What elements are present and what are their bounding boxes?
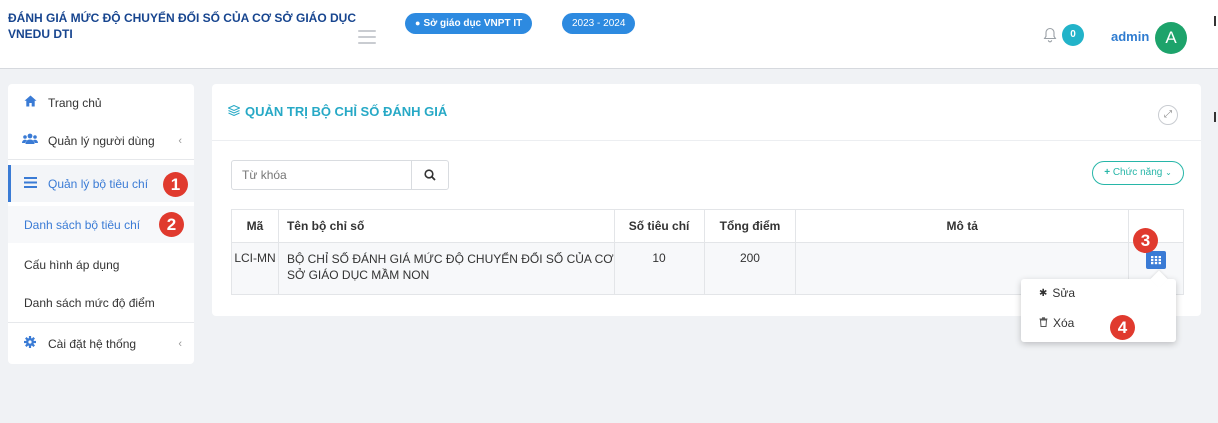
function-button-label: Chức năng: [1112, 167, 1163, 178]
top-bar: ĐÁNH GIÁ MỨC ĐỘ CHUYỂN ĐỔI SỐ CỦA CƠ SỞ …: [0, 0, 1218, 69]
gear-icon: ✱: [1039, 287, 1048, 299]
trash-icon: [1039, 316, 1048, 330]
chevron-left-icon: ‹: [178, 337, 182, 350]
row-actions-menu: ✱ Sửa Xóa: [1021, 270, 1176, 342]
search-input[interactable]: [232, 161, 411, 189]
annotation-badge-4: 4: [1110, 315, 1135, 340]
plus-icon: +: [1104, 167, 1111, 178]
divider: [212, 140, 1201, 141]
year-selector[interactable]: 2023 - 2024: [562, 13, 636, 34]
sidebar-item-apply-config[interactable]: Cấu hình áp dụng: [8, 246, 194, 283]
cell-count: 10: [613, 242, 705, 295]
avatar[interactable]: A: [1155, 22, 1187, 54]
column-header-name: Tên bộ chỉ số: [277, 209, 615, 243]
list-icon: [22, 176, 38, 191]
notification-count-badge: 0: [1062, 24, 1084, 46]
search-button[interactable]: [411, 161, 448, 189]
window-edge-mark: [1214, 112, 1216, 122]
sidebar-item-score-levels[interactable]: Danh sách mức độ điểm: [8, 284, 194, 321]
org-label: Sở giáo dục VNPT IT: [423, 18, 523, 29]
column-header-score: Tổng điểm: [703, 209, 797, 243]
page-title: QUẢN TRỊ BỘ CHỈ SỐ ĐÁNH GIÁ: [227, 104, 448, 119]
app-title-line-1: ĐÁNH GIÁ MỨC ĐỘ CHUYỂN ĐỔI SỐ CỦA CƠ SỞ …: [8, 11, 356, 25]
annotation-badge-2: 2: [159, 212, 184, 237]
users-icon: [22, 133, 38, 148]
layers-icon: [227, 104, 241, 119]
menu-item-label: Sửa: [1052, 286, 1076, 300]
sidebar-item-label: Cấu hình áp dụng: [24, 257, 120, 272]
chevron-left-icon: ‹: [178, 134, 182, 147]
grid-icon: [1151, 256, 1161, 265]
home-icon: [22, 95, 38, 110]
location-pin-icon: ●: [415, 18, 421, 28]
window-edge-mark: [1214, 16, 1216, 26]
gear-icon: [22, 336, 38, 351]
bell-icon[interactable]: [1043, 27, 1057, 43]
app-title-line-2: VNEDU DTI: [8, 27, 73, 41]
menu-item-delete[interactable]: Xóa: [1039, 316, 1074, 330]
search-box: [231, 160, 449, 190]
sidebar-item-label: Danh sách bộ tiêu chí: [24, 217, 141, 232]
sidebar-item-label: Danh sách mức độ điểm: [24, 295, 155, 310]
cell-code: LCI-MN: [231, 242, 279, 295]
app-title: ĐÁNH GIÁ MỨC ĐỘ CHUYỂN ĐỔI SỐ CỦA CƠ SỞ …: [8, 10, 368, 42]
menu-item-label: Xóa: [1053, 316, 1075, 330]
search-icon: [424, 169, 436, 181]
sidebar-item-label: Cài đặt hệ thống: [48, 336, 137, 351]
sidebar-item-home[interactable]: Trang chủ: [8, 84, 194, 121]
expand-icon[interactable]: ⤢: [1158, 105, 1178, 125]
actions-grid-button[interactable]: [1146, 251, 1166, 269]
menu-toggle-icon[interactable]: [358, 30, 376, 44]
sidebar-item-users[interactable]: Quản lý người dùng ‹: [8, 122, 194, 159]
divider: [8, 159, 194, 160]
annotation-badge-3: 3: [1133, 228, 1158, 253]
annotation-badge-1: 1: [163, 172, 188, 197]
cell-name: BỘ CHỈ SỐ ĐÁNH GIÁ MỨC ĐỘ CHUYỂN ĐỔI SỐ …: [277, 242, 615, 295]
sidebar-item-label: Quản lý người dùng: [48, 133, 155, 148]
org-selector[interactable]: ● Sở giáo dục VNPT IT: [405, 13, 533, 34]
column-header-desc: Mô tả: [795, 209, 1130, 243]
column-header-code: Mã: [231, 209, 279, 243]
sidebar-item-label: Trang chủ: [48, 95, 102, 110]
sidebar-item-settings[interactable]: Cài đặt hệ thống ‹: [8, 325, 194, 362]
menu-item-edit[interactable]: ✱ Sửa: [1039, 286, 1075, 300]
chevron-down-icon: ⌄: [1165, 168, 1172, 177]
page-title-text: QUẢN TRỊ BỘ CHỈ SỐ ĐÁNH GIÁ: [245, 104, 448, 119]
table-header-row: Mã Tên bộ chỉ số Số tiêu chí Tổng điểm M…: [231, 209, 1184, 243]
user-name[interactable]: admin: [1111, 29, 1149, 44]
column-header-count: Số tiêu chí: [613, 209, 705, 243]
sidebar-item-label: Quản lý bộ tiêu chí: [48, 176, 149, 191]
function-menu-button[interactable]: + Chức năng ⌄: [1092, 161, 1184, 185]
divider: [8, 322, 194, 323]
cell-score: 200: [703, 242, 797, 295]
year-label: 2023 - 2024: [572, 18, 626, 29]
